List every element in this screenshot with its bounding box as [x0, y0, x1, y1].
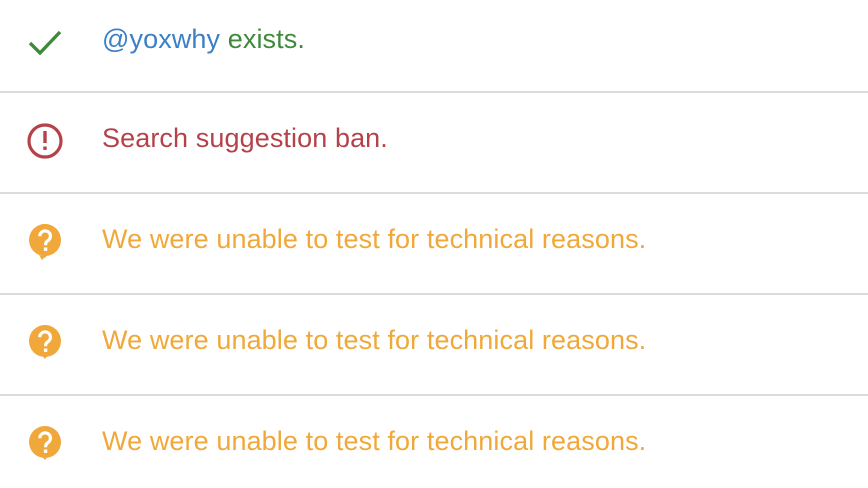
alert-circle-icon [26, 122, 64, 160]
result-row-search-suggestion-ban: Search suggestion ban. [0, 93, 868, 194]
username-handle: @yoxwhy [102, 24, 221, 54]
result-text: We were unable to test for technical rea… [102, 224, 647, 254]
check-icon [26, 24, 64, 62]
result-text: We were unable to test for technical rea… [102, 426, 647, 456]
result-text: We were unable to test for technical rea… [102, 325, 647, 355]
result-text: Search suggestion ban. [102, 123, 388, 153]
result-row-technical-3: We were unable to test for technical rea… [0, 396, 868, 480]
question-bubble-icon [26, 425, 64, 463]
exists-label: exists. [220, 24, 305, 54]
result-row-technical-1: We were unable to test for technical rea… [0, 194, 868, 295]
result-row-technical-2: We were unable to test for technical rea… [0, 295, 868, 396]
question-bubble-icon [26, 223, 64, 261]
result-row-exists: @yoxwhy exists. [0, 0, 868, 93]
question-bubble-icon [26, 324, 64, 362]
results-list: @yoxwhy exists. Search suggestion ban. W… [0, 0, 868, 488]
result-text: @yoxwhy exists. [102, 24, 305, 55]
